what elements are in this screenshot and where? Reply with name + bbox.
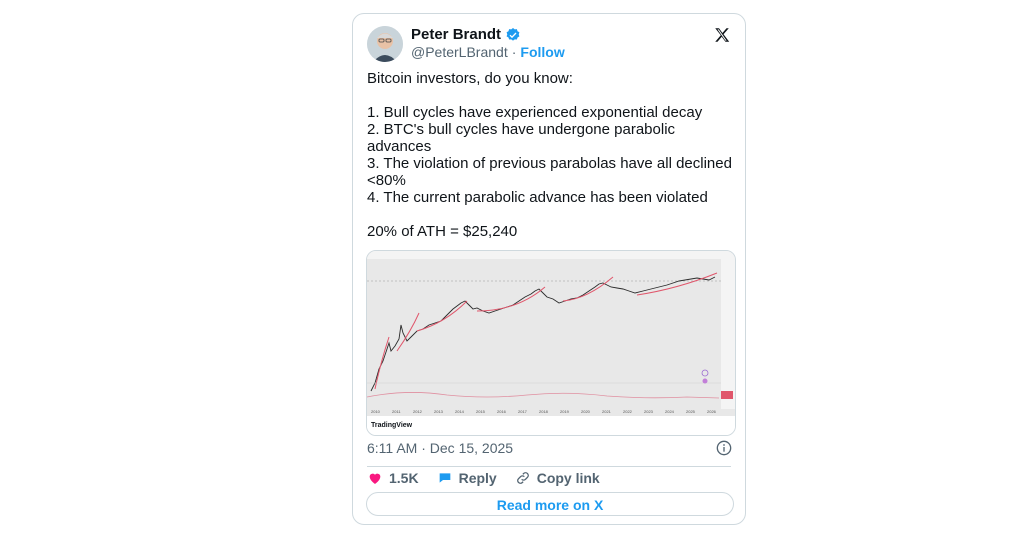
avatar[interactable] <box>367 26 403 62</box>
heart-icon <box>369 473 381 484</box>
follow-button[interactable]: Follow <box>520 44 564 60</box>
x-tick-label: 2017 <box>518 409 528 414</box>
tradingview-label: TradingView <box>367 416 735 435</box>
x-tick-label: 2019 <box>560 409 570 414</box>
x-tick-label: 2015 <box>476 409 486 414</box>
like-button[interactable]: 1.5K <box>367 470 419 486</box>
tweet-card: Peter Brandt @PeterLBrandt · Follow Bitc… <box>352 13 746 525</box>
verified-badge-icon <box>506 27 520 41</box>
handle-separator: · <box>511 44 517 60</box>
like-count: 1.5K <box>389 470 419 486</box>
tweet-line: 2. BTC's bull cycles have undergone para… <box>367 121 676 155</box>
x-tick-label: 2012 <box>413 409 423 414</box>
x-tick-label: 2018 <box>539 409 549 414</box>
tweet-line: 20% of ATH = $25,240 <box>367 223 518 240</box>
read-more-button[interactable]: Read more on X <box>366 492 734 516</box>
x-tick-label: 2024 <box>665 409 675 414</box>
reply-bubble-icon <box>439 473 450 483</box>
x-tick-label: 2011 <box>392 409 401 414</box>
x-tick-label: 2014 <box>455 409 465 414</box>
handle-row: @PeterLBrandt · Follow <box>411 44 565 60</box>
x-tick-label: 2023 <box>644 409 654 414</box>
x-tick-label: 2021 <box>602 409 612 414</box>
reply-button[interactable]: Reply <box>437 470 497 486</box>
divider <box>367 466 731 467</box>
x-tick-label: 2013 <box>434 409 444 414</box>
tweet-timestamp[interactable]: 6:11 AM · Dec 15, 2025 <box>367 440 513 456</box>
author-name[interactable]: Peter Brandt <box>411 26 501 43</box>
tweet-line: Bitcoin investors, do you know: <box>367 70 573 87</box>
tweet-media-image[interactable]: 2010 2011 2012 2013 2014 2015 2016 2017 2018 2019… <box>366 250 736 436</box>
x-tick-label: 2025 <box>686 409 696 414</box>
x-tick-label: 2016 <box>497 409 507 414</box>
tweet-line: 3. The violation of previous parabolas h… <box>367 155 732 189</box>
x-tick-label: 2022 <box>623 409 633 414</box>
tweet-line: 1. Bull cycles have experienced exponent… <box>367 104 703 121</box>
author-handle[interactable]: @PeterLBrandt <box>411 44 508 60</box>
tweet-line: 4. The current parabolic advance has bee… <box>367 189 708 206</box>
copy-link-label: Copy link <box>536 470 600 486</box>
tweet-date: Dec 15, 2025 <box>429 440 514 456</box>
action-bar: 1.5K Reply Copy link <box>367 470 600 486</box>
copy-link-button[interactable]: Copy link <box>515 470 600 486</box>
timestamp-separator: · <box>421 440 426 456</box>
x-tick-label: 2026 <box>707 409 717 414</box>
tweet-text: Bitcoin investors, do you know: 1. Bull … <box>367 70 733 240</box>
x-tick-label: 2020 <box>581 409 591 414</box>
author-name-row: Peter Brandt <box>411 26 521 43</box>
info-icon[interactable] <box>716 440 732 456</box>
chart-image: 2010 2011 2012 2013 2014 2015 2016 2017 2018 2019… <box>367 251 735 416</box>
reply-label: Reply <box>458 470 497 486</box>
link-icon <box>516 472 529 484</box>
tweet-time: 6:11 AM <box>367 440 418 456</box>
x-logo-icon[interactable] <box>713 26 731 44</box>
x-tick-label: 2010 <box>371 409 381 414</box>
